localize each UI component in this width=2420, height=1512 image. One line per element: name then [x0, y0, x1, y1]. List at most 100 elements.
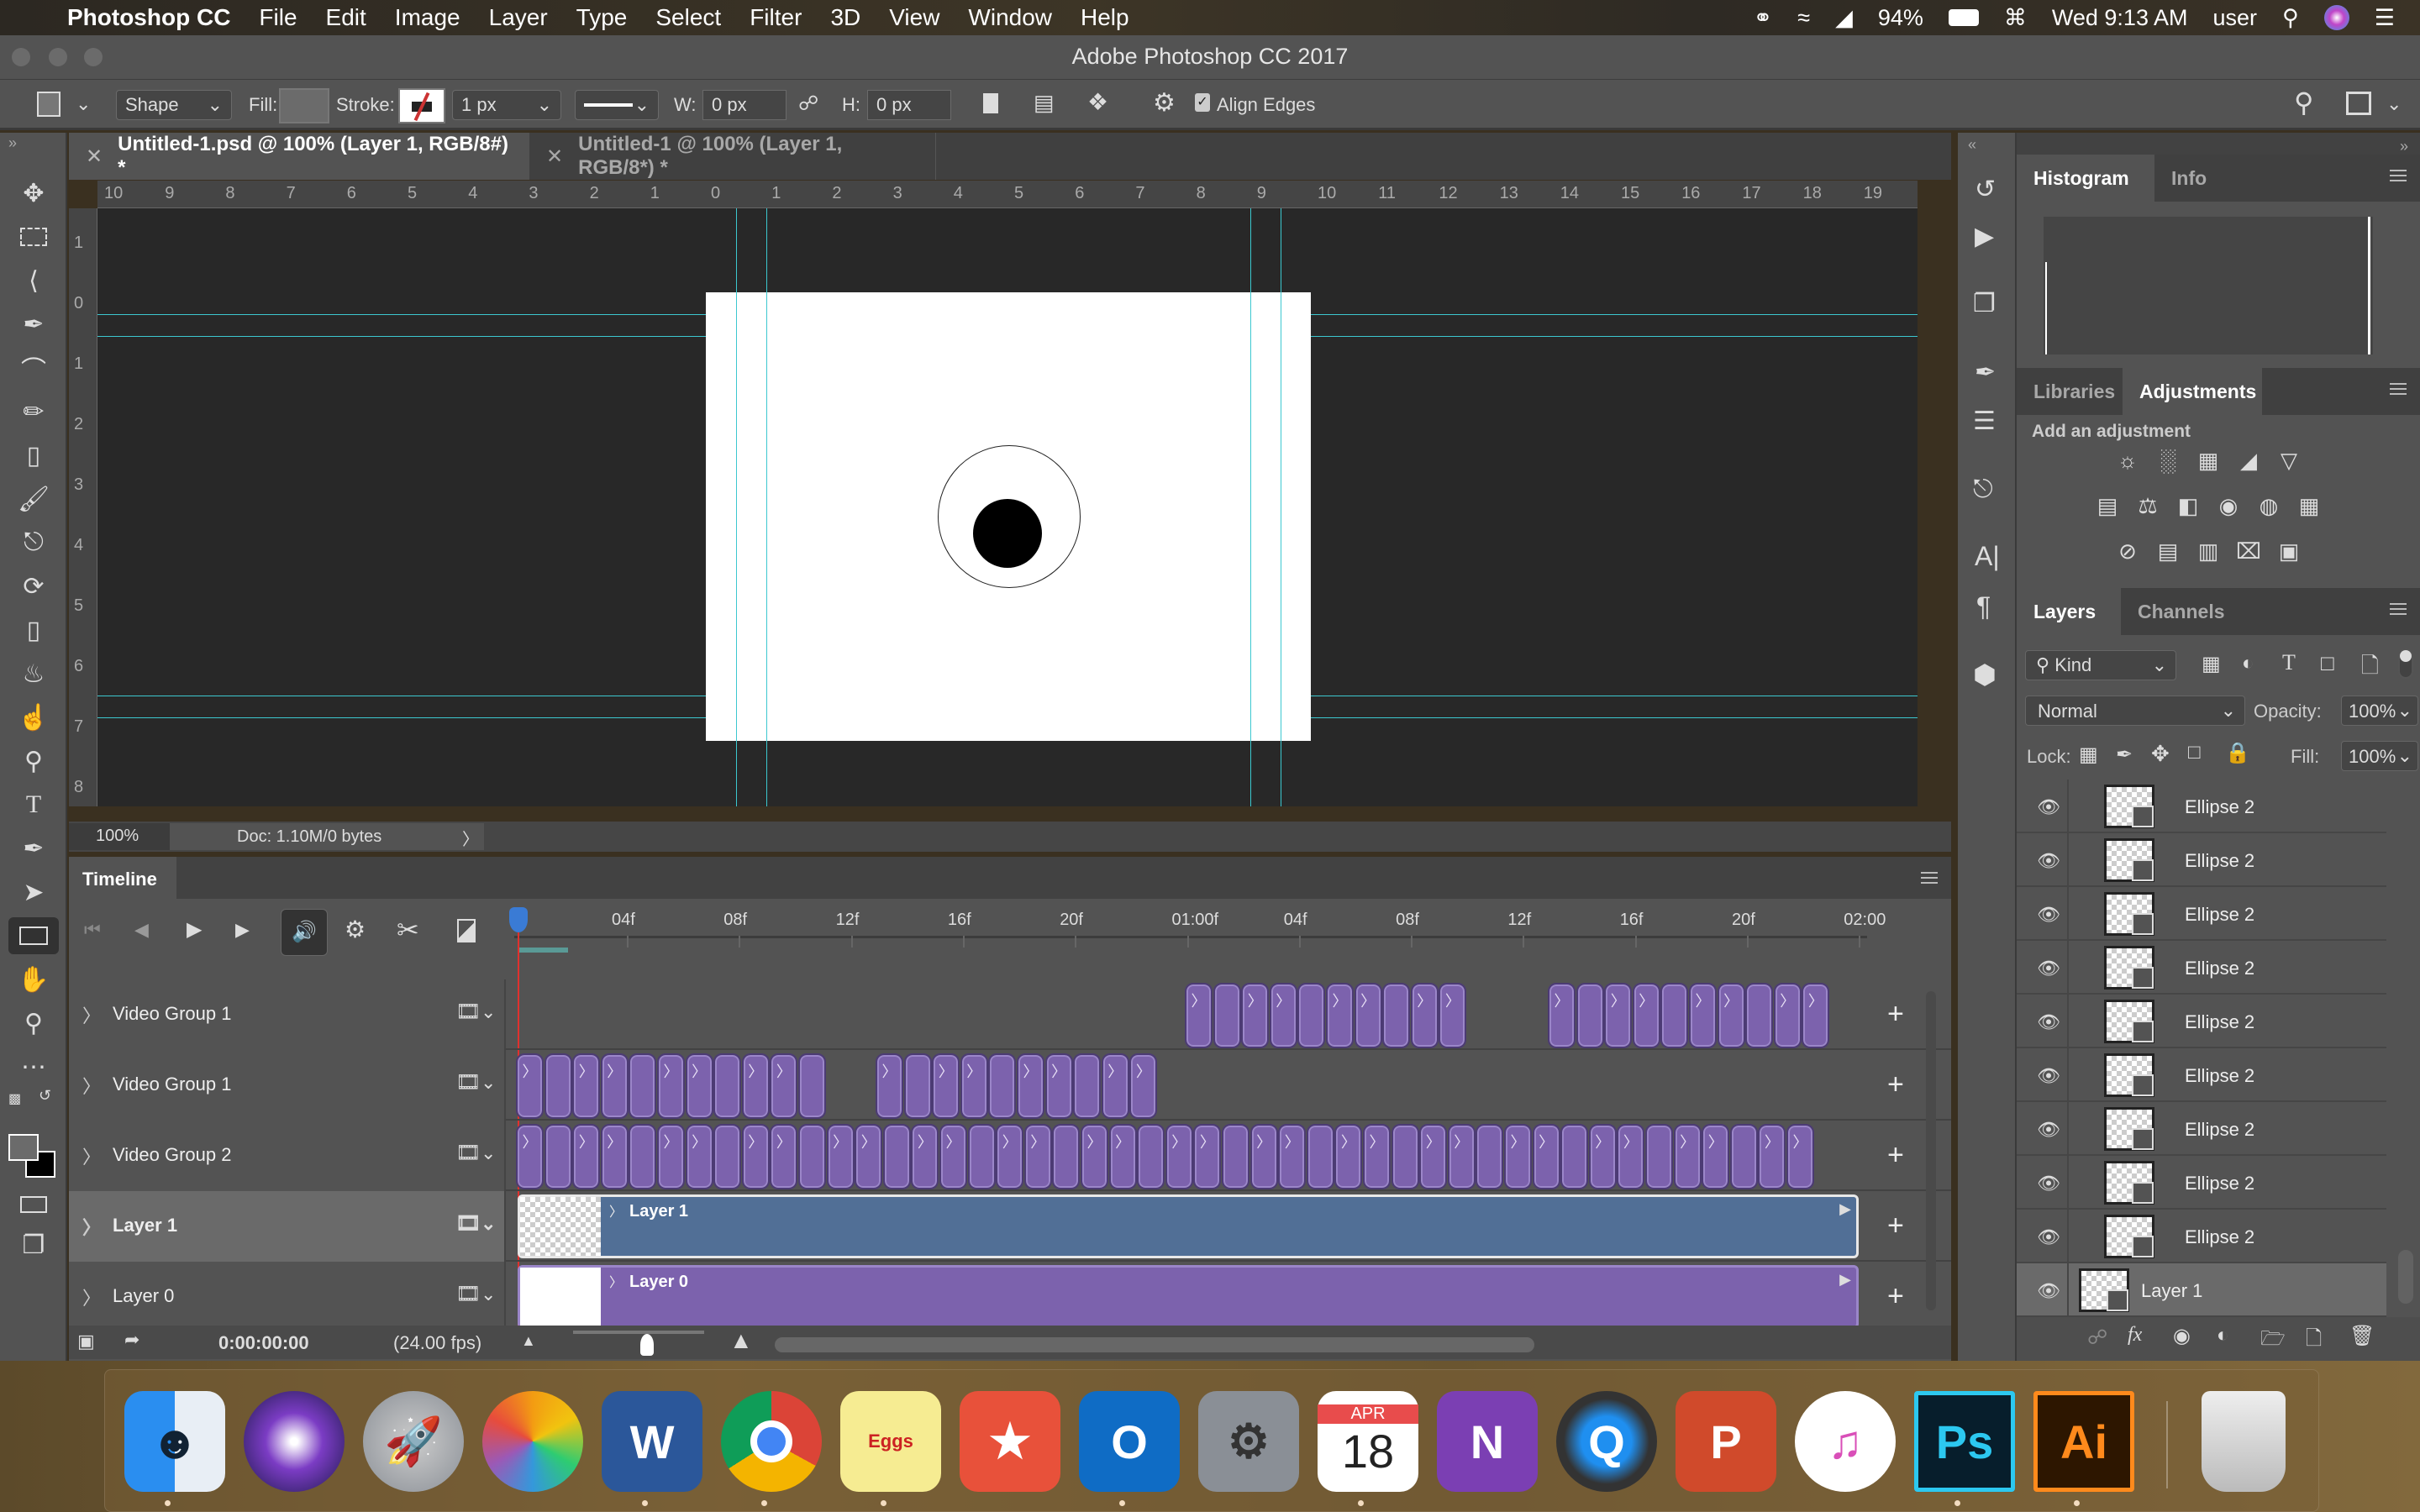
layer-row[interactable]: 👁 Ellipse 2: [2017, 887, 2386, 941]
previous-frame-icon[interactable]: ◀: [134, 919, 149, 941]
video-clip[interactable]: 〉: [911, 1124, 939, 1189]
workspace-switcher-icon[interactable]: [2346, 92, 2371, 115]
collapse-panel-icon[interactable]: «: [1968, 136, 1976, 154]
video-clip[interactable]: 〉: [1773, 983, 1802, 1048]
video-clip[interactable]: 〉: [516, 1124, 544, 1189]
gear-icon[interactable]: ⚙: [345, 916, 366, 943]
add-media-icon[interactable]: +: [1887, 1280, 1904, 1313]
next-frame-icon[interactable]: ▶: [235, 919, 250, 941]
mute-audio-icon[interactable]: 🔊: [281, 909, 328, 956]
video-clip[interactable]: 〉: [1363, 1124, 1391, 1189]
dock-chrome[interactable]: [721, 1391, 822, 1492]
video-clip[interactable]: 〉: [996, 1124, 1024, 1189]
stroke-type-select[interactable]: ⌄: [575, 90, 659, 120]
spotlight-search-icon[interactable]: ⚲: [2282, 5, 2299, 31]
video-clip[interactable]: [713, 1053, 742, 1119]
work-area-bar[interactable]: [518, 948, 568, 953]
doc-tab-active[interactable]: ✕ Untitled-1.psd @ 100% (Layer 1, RGB/8#…: [69, 133, 529, 180]
expand-panel-icon[interactable]: »: [2400, 138, 2408, 155]
expand-track-icon[interactable]: 〉: [82, 1072, 101, 1099]
video-clip[interactable]: 〉: [1786, 1124, 1814, 1189]
video-clip[interactable]: 〉: [600, 1053, 629, 1119]
video-clip[interactable]: 〉: [741, 1053, 770, 1119]
video-clip[interactable]: 〉: [1326, 983, 1354, 1048]
visibility-eye-icon[interactable]: 👁: [2037, 1065, 2060, 1087]
gradient-map-icon[interactable]: ▣: [2274, 539, 2304, 563]
video-clip[interactable]: 〉: [855, 1124, 883, 1189]
video-clip[interactable]: 〉: [939, 1124, 967, 1189]
lock-artboard-icon[interactable]: □: [2188, 741, 2201, 764]
align-edges-checkbox[interactable]: ✓: [1195, 93, 1210, 112]
video-clip[interactable]: 〉: [741, 1124, 770, 1189]
visibility-eye-icon[interactable]: 👁: [2037, 904, 2060, 926]
link-dimensions-icon[interactable]: ☍: [798, 92, 818, 116]
dock-photos[interactable]: [482, 1391, 583, 1492]
dock-calendar[interactable]: APR 18: [1318, 1391, 1418, 1492]
crop-tool-icon[interactable]: ⌒: [12, 349, 55, 386]
clone-stamp-tool-icon[interactable]: ⎋: [12, 524, 55, 561]
type-tool-icon[interactable]: T: [12, 786, 55, 823]
visibility-eye-icon[interactable]: 👁: [2037, 1173, 2060, 1194]
video-clip[interactable]: 〉: [826, 1124, 855, 1189]
visibility-eye-icon[interactable]: 👁: [2037, 796, 2060, 818]
vibrance-icon[interactable]: ▽: [2274, 449, 2304, 472]
video-clip[interactable]: 〉: [1410, 983, 1439, 1048]
swap-colors-icon[interactable]: ↺: [39, 1087, 51, 1105]
video-clip[interactable]: 〉: [657, 1124, 685, 1189]
video-clip[interactable]: 〉: [1717, 983, 1745, 1048]
delete-layer-icon[interactable]: 🗑: [2349, 1324, 2375, 1348]
video-clip[interactable]: 〉: [1548, 983, 1576, 1048]
dock-onenote[interactable]: N: [1437, 1391, 1538, 1492]
user-menu[interactable]: user: [2212, 5, 2257, 31]
film-strip-icon[interactable]: 🎞: [455, 1070, 481, 1095]
chevron-down-icon[interactable]: ⌄: [481, 1072, 496, 1094]
filter-toggle[interactable]: [2398, 648, 2413, 679]
brightness-contrast-icon[interactable]: ☼: [2112, 449, 2143, 472]
layer-row[interactable]: 👁 Layer 1: [2017, 1263, 2386, 1317]
video-clip[interactable]: [1297, 983, 1326, 1048]
track-clip-area[interactable]: 〉 Layer 1 ▶: [514, 1191, 1867, 1262]
play-icon[interactable]: ▶: [187, 917, 202, 942]
video-clip[interactable]: 〉: [1673, 1124, 1702, 1189]
video-clip[interactable]: 〉: [876, 1053, 903, 1119]
menu-window[interactable]: Window: [968, 4, 1052, 31]
convert-to-frame-animation-icon[interactable]: ▣: [77, 1331, 95, 1352]
video-clip[interactable]: [1213, 983, 1241, 1048]
video-clip[interactable]: [713, 1124, 742, 1189]
chevron-right-icon[interactable]: 〉: [462, 826, 479, 850]
close-tab-icon[interactable]: ✕: [86, 144, 103, 169]
video-clip[interactable]: 〉: [572, 1053, 601, 1119]
menu-type[interactable]: Type: [576, 4, 628, 31]
track-header[interactable]: 〉 Video Group 1 🎞 ⌄: [69, 1050, 506, 1121]
menu-layer[interactable]: Layer: [489, 4, 548, 31]
history-panel-icon[interactable]: ↺: [1975, 175, 1996, 204]
video-clip[interactable]: 〉: [1165, 1124, 1193, 1189]
path-arrangement-icon[interactable]: ❖: [1087, 88, 1108, 116]
expand-clip-icon[interactable]: 〉: [609, 1271, 623, 1291]
video-clip[interactable]: [629, 1124, 657, 1189]
add-media-icon[interactable]: +: [1887, 1068, 1904, 1101]
timeline-track[interactable]: 〉 Video Group 1 🎞 ⌄ 〉 〉 〉 〉 〉 〉 〉 〉 〉 〉 〉 〉 〉 〉 +: [69, 979, 1951, 1050]
video-clip[interactable]: 〉: [1758, 1124, 1786, 1189]
track-header[interactable]: 〉 Layer 0 🎞 ⌄: [69, 1262, 506, 1332]
video-clip[interactable]: [1729, 1124, 1758, 1189]
link-layers-icon[interactable]: ☍: [2087, 1326, 2107, 1350]
actions-panel-icon[interactable]: ▶: [1975, 222, 1994, 251]
visibility-eye-icon[interactable]: 👁: [2037, 850, 2060, 872]
video-clip[interactable]: 〉: [1129, 1053, 1158, 1119]
filter-type-layers-icon[interactable]: T: [2282, 650, 2296, 675]
lasso-tool-icon[interactable]: ⟨: [12, 262, 55, 299]
video-clip[interactable]: 〉: [1632, 983, 1660, 1048]
chevron-down-icon[interactable]: ⌄: [481, 1142, 496, 1164]
filter-pixel-layers-icon[interactable]: ▦: [2202, 652, 2221, 676]
video-clip[interactable]: 〉: [1185, 983, 1213, 1048]
stroke-width-input[interactable]: 1 px ⌄: [452, 90, 561, 120]
video-clip[interactable]: 〉: [1334, 1124, 1363, 1189]
visibility-eye-icon[interactable]: 👁: [2037, 1280, 2060, 1302]
dock-launchpad[interactable]: 🚀: [363, 1391, 464, 1492]
lock-transparent-pixels-icon[interactable]: ▦: [2079, 743, 2098, 767]
rectangle-tool-icon[interactable]: [8, 917, 59, 954]
wifi-icon[interactable]: ≈: [1797, 5, 1810, 31]
color-lookup-icon[interactable]: ▦: [2294, 494, 2324, 517]
panel-menu-icon[interactable]: [1921, 872, 1938, 884]
